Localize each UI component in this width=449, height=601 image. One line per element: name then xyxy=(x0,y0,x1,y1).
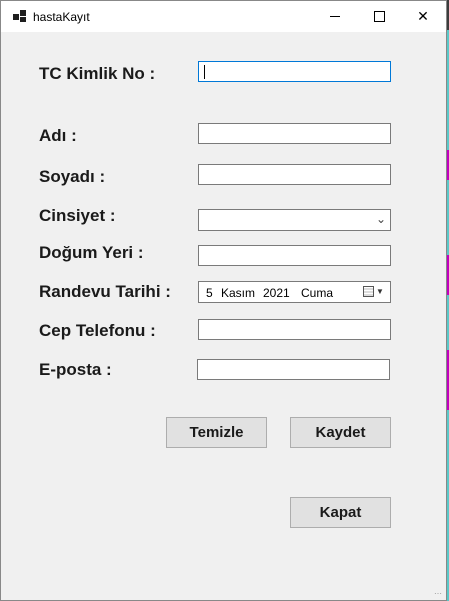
resize-grip-icon[interactable]: ⋯ xyxy=(434,589,442,598)
title-bar[interactable]: hastaKayıt ✕ xyxy=(1,1,446,32)
calendar-icon[interactable] xyxy=(363,286,374,297)
cinsiyet-label: Cinsiyet : xyxy=(39,206,116,225)
date-month[interactable]: Kasım xyxy=(221,286,255,300)
date-year[interactable]: 2021 xyxy=(263,286,290,300)
randevu-tarihi-label: Randevu Tarihi : xyxy=(39,282,171,301)
ad-input[interactable] xyxy=(198,123,391,144)
minimize-button[interactable] xyxy=(313,1,357,32)
ad-label: Adı : xyxy=(39,126,77,145)
temizle-button[interactable]: Temizle xyxy=(166,417,267,448)
tc-kimlik-label: TC Kimlik No : xyxy=(39,64,156,83)
close-button[interactable]: ✕ xyxy=(401,1,445,32)
dogum-yeri-input[interactable] xyxy=(198,245,391,266)
chevron-down-icon[interactable]: ⌄ xyxy=(376,212,386,226)
cep-telefonu-label: Cep Telefonu : xyxy=(39,321,156,340)
text-caret xyxy=(204,65,205,79)
date-day[interactable]: 5 xyxy=(206,286,213,300)
kaydet-button[interactable]: Kaydet xyxy=(290,417,391,448)
maximize-button[interactable] xyxy=(357,1,401,32)
randevu-date-picker[interactable]: 5 Kasım 2021 Cuma ▼ xyxy=(198,281,391,303)
dogum-yeri-label: Doğum Yeri : xyxy=(39,243,144,262)
date-weekday[interactable]: Cuma xyxy=(301,286,333,300)
app-icon xyxy=(13,10,27,22)
window-title: hastaKayıt xyxy=(33,10,90,24)
kapat-button[interactable]: Kapat xyxy=(290,497,391,528)
cinsiyet-combobox[interactable]: ⌄ xyxy=(198,209,391,231)
cep-telefonu-input[interactable] xyxy=(198,319,391,340)
eposta-input[interactable] xyxy=(197,359,390,380)
tc-kimlik-input[interactable] xyxy=(198,61,391,82)
soyad-input[interactable] xyxy=(198,164,391,185)
minimize-icon xyxy=(330,16,340,17)
close-icon: ✕ xyxy=(417,8,429,24)
main-window: hastaKayıt ✕ TC Kimlik No : Adı : Soyadı… xyxy=(0,0,447,601)
maximize-icon xyxy=(373,11,385,22)
dropdown-arrow-icon[interactable]: ▼ xyxy=(376,287,384,296)
eposta-label: E-posta : xyxy=(39,360,112,379)
soyad-label: Soyadı : xyxy=(39,167,106,186)
